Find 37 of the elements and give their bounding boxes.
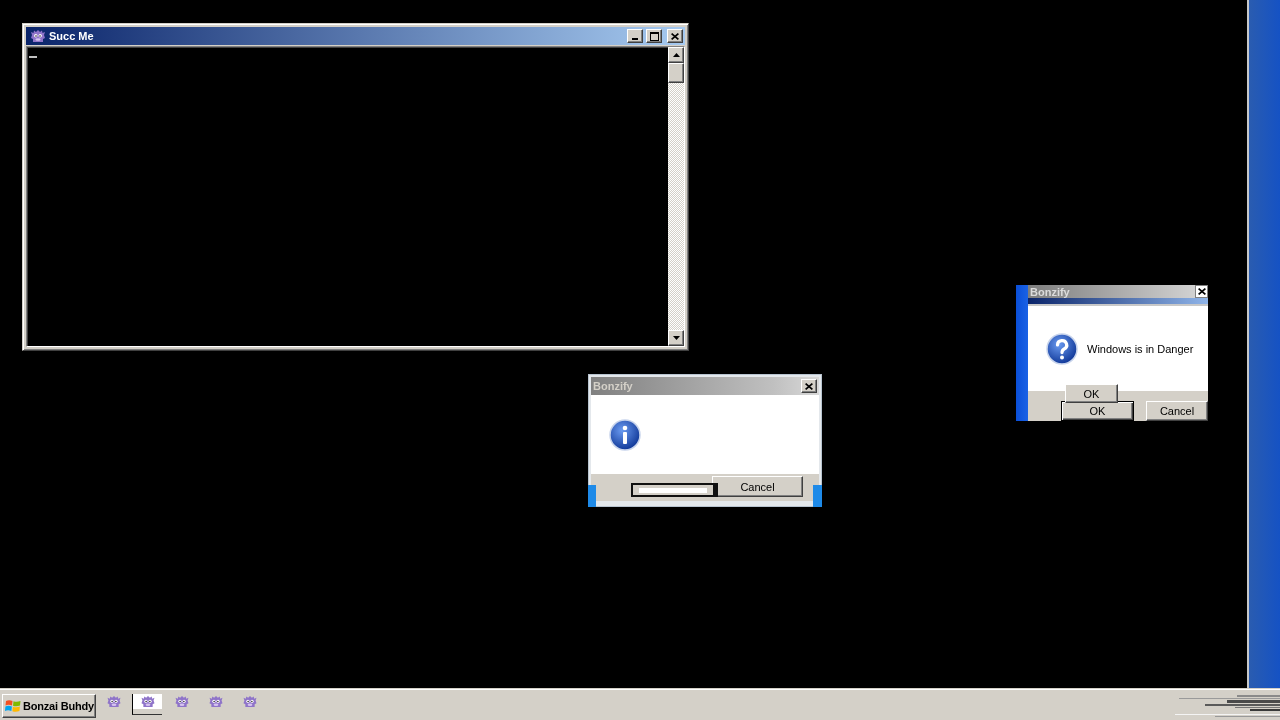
- window-frame-edge: [588, 485, 596, 507]
- close-icon: [1197, 288, 1206, 295]
- window-frame-edge: [813, 485, 822, 507]
- text-cursor: [29, 56, 37, 58]
- minimize-button[interactable]: [627, 29, 643, 43]
- ok-button[interactable]: OK: [1061, 401, 1134, 421]
- scrollbar-thumb[interactable]: [668, 63, 684, 83]
- close-icon: [671, 32, 679, 40]
- creature-icon: [30, 29, 46, 43]
- scroll-down-button[interactable]: [668, 330, 684, 346]
- window-title: Succ Me: [49, 30, 94, 42]
- info-icon: [609, 418, 641, 451]
- scroll-up-button[interactable]: [668, 47, 684, 63]
- scrollbar-track[interactable]: [668, 47, 684, 346]
- question-icon: [1046, 332, 1078, 365]
- close-icon: [805, 382, 813, 390]
- dialog-title: Bonzify: [1030, 285, 1070, 298]
- maximize-button[interactable]: [646, 29, 662, 43]
- garbled-button[interactable]: [631, 483, 718, 497]
- taskbar-button[interactable]: [132, 694, 162, 715]
- creature-icon: [139, 695, 156, 708]
- flag-icon: [5, 698, 21, 714]
- maximize-icon: [649, 31, 659, 41]
- down-arrow-icon: [672, 336, 680, 340]
- cancel-button[interactable]: Cancel: [1146, 401, 1208, 421]
- close-button[interactable]: [1195, 285, 1208, 298]
- up-arrow-icon: [672, 53, 680, 57]
- dialog-message: Windows is in Danger: [1087, 342, 1194, 355]
- creature-icon: [105, 695, 122, 708]
- ok-button[interactable]: OK: [1065, 384, 1118, 403]
- creature-icon: [241, 695, 258, 708]
- start-button[interactable]: Bonzai Buhdy: [2, 694, 96, 718]
- cancel-button[interactable]: Cancel: [712, 476, 803, 497]
- creature-icon: [173, 695, 190, 708]
- creature-icon: [207, 695, 224, 708]
- minimize-icon: [632, 38, 638, 40]
- dialog-title: Bonzify: [593, 380, 633, 392]
